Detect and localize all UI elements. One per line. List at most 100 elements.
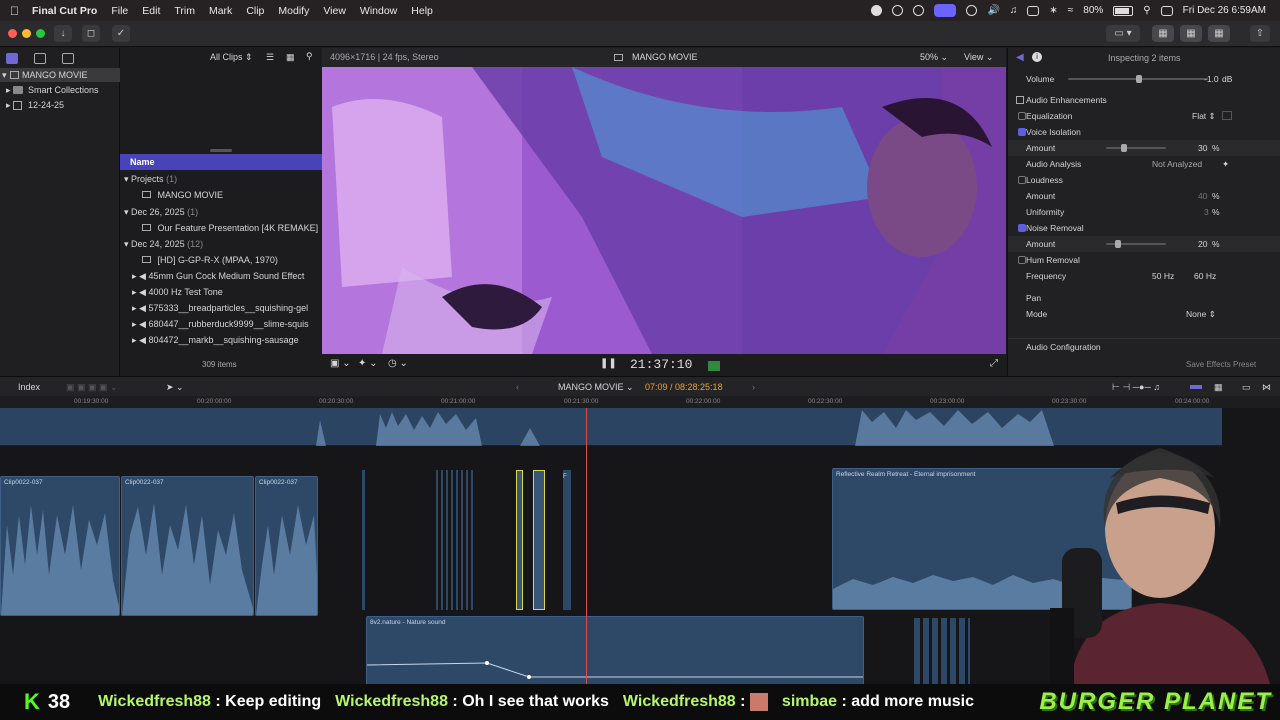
list-item[interactable]: ▸ ◀ 45mm Gun Cock Medium Sound Effect <box>120 268 322 284</box>
workspace-button[interactable]: ▭ ▾ <box>1106 25 1140 42</box>
menu-app-name[interactable]: Final Cut Pro <box>32 5 97 17</box>
column-header[interactable]: Name <box>120 154 322 170</box>
voice-isolation-slider[interactable] <box>1106 147 1166 149</box>
disclosure-open-icon[interactable]: ▾ <box>124 207 129 217</box>
list-item[interactable]: ▾ Projects (1) <box>120 171 322 187</box>
disclosure-closed-icon[interactable]: ▸ <box>132 335 137 345</box>
thin-clip[interactable] <box>362 470 365 610</box>
list-view-icon[interactable]: ▦ <box>286 52 295 63</box>
hum-removal-checkbox[interactable] <box>1018 256 1026 264</box>
apple-icon[interactable]:  <box>10 4 24 18</box>
disclosure-open-icon[interactable]: ▾ <box>124 174 129 184</box>
music-icon[interactable]: ♫ <box>1010 5 1018 16</box>
list-item[interactable]: ▸ ◀ 680447__rubberduck9999__slime-squis <box>120 316 322 332</box>
selected-clip[interactable] <box>516 470 523 610</box>
search-icon[interactable]: ⚲ <box>306 51 313 62</box>
clip-filter-dropdown[interactable]: All Clips ⇕ <box>210 52 253 63</box>
index-button[interactable]: Index <box>18 377 40 397</box>
audio-clip-2[interactable]: Clip0022-037 <box>121 476 254 616</box>
timeline-tools[interactable]: ⊢ ⊣ ─●─ ♫ <box>1112 377 1160 397</box>
pan-mode-dropdown[interactable]: None ⇕ <box>1186 306 1216 322</box>
menu-edit[interactable]: Edit <box>142 5 160 17</box>
menu-view[interactable]: View <box>323 5 346 17</box>
analyze-wand-icon[interactable]: ✦ <box>1222 156 1229 172</box>
import-button[interactable]: ↓ <box>54 25 72 42</box>
bluetooth-icon[interactable]: ∗ <box>1049 5 1057 16</box>
voice-isolation-checkbox[interactable] <box>1018 128 1026 136</box>
status-circle-icon[interactable] <box>871 5 883 16</box>
list-item[interactable]: ▾ Dec 26, 2025 (1) <box>120 204 322 220</box>
disclosure-closed-icon[interactable]: ▸ <box>132 303 137 313</box>
frequency-60-option[interactable]: 60 Hz <box>1194 268 1216 284</box>
forward-arrow-icon[interactable]: › <box>752 377 755 397</box>
viewer-crop-dropdown[interactable]: ▣ ⌄ <box>330 358 351 369</box>
small-clip[interactable]: F <box>563 470 571 610</box>
audio-clip-1[interactable]: Clip0022-037 <box>0 476 120 616</box>
audio-configuration-header[interactable]: Audio Configuration <box>1008 338 1280 354</box>
list-item[interactable]: ▸ ◀ 4000 Hz Test Tone <box>120 284 322 300</box>
play-status-icon[interactable] <box>966 5 978 16</box>
frequency-50-option[interactable]: 50 Hz <box>1152 268 1174 284</box>
fullscreen-icon[interactable]: ⤢ <box>990 358 998 369</box>
list-item[interactable]: [HD] G-GP-R-X (MPAA, 1970) <box>120 252 322 268</box>
disclosure-closed-icon[interactable]: ▸ <box>6 98 11 112</box>
thin-clip[interactable] <box>436 470 476 610</box>
timeline-project-dropdown[interactable]: MANGO MOVIE ⌄ <box>558 377 634 397</box>
loudness-checkbox[interactable] <box>1018 176 1026 184</box>
viewer-speed-dropdown[interactable]: ◷ ⌄ <box>388 358 408 369</box>
layout-timeline-button[interactable]: ▦ <box>1180 25 1202 42</box>
loudness-amount-value[interactable]: 40 <box>1198 188 1207 204</box>
pan-header[interactable]: Pan <box>1008 290 1280 306</box>
audio-enhancements-header[interactable]: Audio Enhancements <box>1008 92 1280 108</box>
menu-file[interactable]: File <box>111 5 128 17</box>
clip-appearance-icon[interactable]: ☰ <box>266 52 274 63</box>
noise-removal-knob[interactable] <box>1115 240 1121 248</box>
clip-appearance-button[interactable]: ▦ <box>1214 377 1223 397</box>
keywords-button[interactable]: ◻ <box>82 25 100 42</box>
layout-inspector-button[interactable]: ▦ <box>1208 25 1230 42</box>
list-item[interactable]: ▸ ◀ 804472__markb__squishing-sausage <box>120 332 322 348</box>
voice-isolation-knob[interactable] <box>1121 144 1127 152</box>
close-window-button[interactable] <box>8 29 17 38</box>
playhead[interactable] <box>586 408 587 684</box>
layout-browser-button[interactable]: ▦ <box>1152 25 1174 42</box>
stage-icon[interactable] <box>913 5 925 16</box>
libraries-tab-icon[interactable] <box>6 53 18 64</box>
library-item-smart-collections[interactable]: ▸ Smart Collections <box>0 83 120 97</box>
amount-value[interactable]: 20 <box>1198 236 1207 252</box>
skimming-icon[interactable] <box>1190 385 1202 389</box>
display-icon[interactable] <box>1027 5 1040 16</box>
select-tool-icon[interactable]: ➤ ⌄ <box>166 377 184 397</box>
audio-tab-icon[interactable]: ◀ <box>1016 52 1024 63</box>
noise-removal-checkbox[interactable] <box>1018 224 1026 232</box>
video-viewer[interactable] <box>322 67 1006 354</box>
zoom-window-button[interactable] <box>36 29 45 38</box>
disclosure-closed-icon[interactable]: ▸ <box>132 271 137 281</box>
menu-mark[interactable]: Mark <box>209 5 232 17</box>
volume-slider-knob[interactable] <box>1136 75 1142 83</box>
battery-icon[interactable] <box>1113 5 1134 16</box>
view-dropdown[interactable]: View ⌄ <box>964 48 993 67</box>
photos-tab-icon[interactable] <box>34 53 46 64</box>
nature-sound-clip[interactable]: 8v2.nature - Nature sound <box>366 616 864 684</box>
disclosure-closed-icon[interactable]: ▸ <box>6 83 11 97</box>
titles-tab-icon[interactable] <box>62 53 74 64</box>
volume-value[interactable]: -1.0 <box>1204 71 1219 87</box>
volume-icon[interactable]: 🔊 <box>987 5 999 16</box>
zoom-dropdown[interactable]: 50% ⌄ <box>920 48 948 67</box>
thin-clip[interactable] <box>914 618 970 684</box>
timeline-ruler[interactable]: 00:19:30:00 00:20:00:00 00:20:30:00 00:2… <box>0 396 1280 408</box>
screen-record-icon[interactable] <box>934 4 957 17</box>
library-item-mango-movie[interactable]: ▾ MANGO MOVIE <box>0 68 120 82</box>
wifi-icon[interactable]: ≈ <box>1068 5 1074 16</box>
grid-status-icon[interactable] <box>892 5 904 16</box>
viewer-transform-dropdown[interactable]: ✦ ⌄ <box>358 358 378 369</box>
background-tasks-button[interactable]: ✓ <box>112 25 130 42</box>
disclosure-closed-icon[interactable]: ▸ <box>132 319 137 329</box>
selected-clip[interactable] <box>533 470 545 610</box>
save-effects-preset-button[interactable]: Save Effects Preset <box>1186 360 1256 369</box>
menu-trim[interactable]: Trim <box>174 5 195 17</box>
back-arrow-icon[interactable]: ‹ <box>516 377 519 397</box>
disclosure-open-icon[interactable]: ▾ <box>2 68 7 82</box>
filmstrip-divider[interactable] <box>210 149 232 152</box>
